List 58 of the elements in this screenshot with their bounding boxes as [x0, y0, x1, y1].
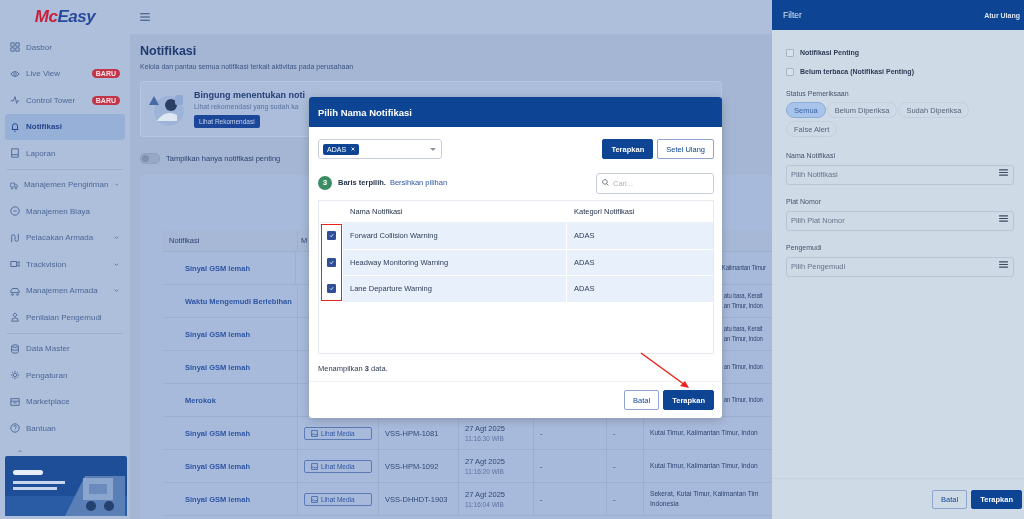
- sidebar-item[interactable]: Manajemen Biaya: [5, 198, 125, 225]
- sidebar-item[interactable]: Laporan: [5, 140, 125, 167]
- route-icon: [10, 232, 20, 243]
- checkbox[interactable]: [326, 231, 336, 241]
- chevron-down-icon: [114, 181, 120, 189]
- pulse-icon: [10, 95, 20, 106]
- truck-icon: [10, 179, 18, 190]
- filter-title: Filter: [783, 10, 802, 20]
- menu-icon[interactable]: [140, 13, 150, 21]
- chevron-down-icon: [113, 234, 120, 242]
- checkbox[interactable]: [326, 284, 336, 294]
- grid-icon: [10, 42, 20, 53]
- bell-icon: [10, 121, 20, 132]
- search-icon: [602, 179, 609, 186]
- sidebar-item[interactable]: Trackvision: [5, 251, 125, 278]
- image-icon: [311, 462, 318, 470]
- sidebar-item[interactable]: Manajemen Pengiriman: [5, 171, 125, 198]
- car-icon: [10, 285, 20, 296]
- checkbox[interactable]: [786, 48, 794, 57]
- dialog-title: Pilih Nama Notifikasi: [309, 97, 722, 127]
- sidebar-item[interactable]: Data Master: [5, 335, 125, 362]
- book-icon: [10, 148, 20, 159]
- list-icon: [999, 169, 1008, 176]
- banner-title: Bingung menentukan noti: [194, 90, 305, 100]
- database-icon: [10, 343, 20, 354]
- logo: McEasy: [34, 7, 96, 27]
- sidebar-item[interactable]: Notifikasi: [5, 113, 125, 140]
- sidebar-item[interactable]: Manajemen Armada: [5, 277, 125, 304]
- sidebar-item[interactable]: Penilaian Pengemudi: [5, 304, 125, 331]
- camera-icon: [10, 259, 20, 270]
- check-icon: [328, 286, 334, 292]
- page-title: Notifikasi: [140, 44, 198, 58]
- count-badge: 3: [318, 175, 332, 190]
- close-icon[interactable]: [351, 147, 356, 151]
- chevron-down-icon: [113, 260, 120, 268]
- checkbox[interactable]: [326, 257, 336, 267]
- check-icon: [328, 233, 334, 239]
- image-icon: [311, 429, 318, 437]
- coin-icon: [10, 206, 20, 217]
- caret-down-icon: [430, 147, 436, 151]
- sidebar-item[interactable]: Dasbor: [5, 34, 125, 61]
- check-icon: [328, 259, 334, 265]
- sidebar-item[interactable]: Pelacakan Armada: [5, 224, 125, 251]
- list-icon: [999, 261, 1008, 268]
- help-icon: [10, 423, 20, 434]
- image-icon: [311, 495, 318, 503]
- sidebar-item[interactable]: Bantuan: [5, 415, 125, 442]
- list-icon: [999, 215, 1008, 222]
- eye-icon: [10, 68, 20, 79]
- store-icon: [10, 396, 20, 407]
- sidebar-item[interactable]: Pengaturan: [5, 362, 125, 389]
- person-icon: [10, 312, 20, 323]
- sidebar-item[interactable]: Marketplace: [5, 388, 125, 415]
- gear-icon: [10, 370, 20, 381]
- annotation-arrow: [639, 351, 691, 391]
- chevron-down-icon: [113, 287, 120, 295]
- toggle-switch[interactable]: [140, 153, 160, 164]
- checkbox[interactable]: [786, 67, 794, 76]
